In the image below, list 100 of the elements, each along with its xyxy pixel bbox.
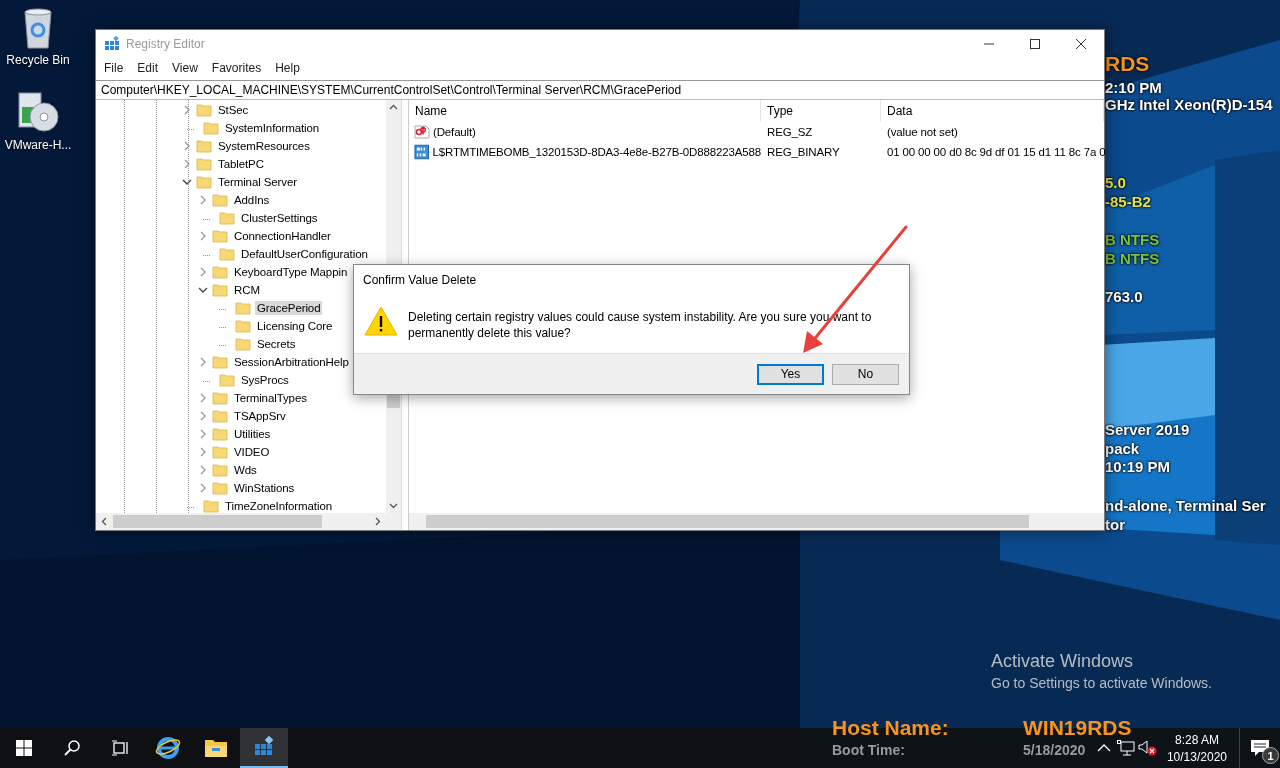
value-type-cell-text: REG_BINARY: [766, 146, 841, 158]
tree-item[interactable]: TerminalTypes: [232, 391, 309, 405]
system-info-text: nd-alone, Terminal Ser: [1105, 497, 1266, 514]
value-name-cell[interactable]: (Default): [409, 124, 761, 140]
search-icon: [63, 739, 81, 757]
dialog-button[interactable]: No: [832, 363, 899, 385]
host-info-label: Host Name:: [832, 716, 949, 740]
menu-item[interactable]: View: [165, 61, 205, 75]
chevron-up-icon[interactable]: [1096, 743, 1111, 753]
tree-item[interactable]: Secrets: [255, 337, 298, 351]
system-info-text: Server 2019: [1105, 421, 1190, 438]
system-info-text: B NTFS: [1105, 250, 1160, 267]
folder-icon: [212, 282, 228, 298]
dialog-message: Deleting certain registry values could cause system instability. Are you sure you want to permanently delete this value?: [408, 309, 873, 341]
tree-item[interactable]: Licensing Core: [255, 319, 335, 333]
horizontal-scrollbar[interactable]: [409, 513, 1104, 530]
window-title: Registry Editor: [126, 37, 206, 51]
tree-item[interactable]: VIDEO: [232, 445, 272, 459]
host-info-value: WIN19RDS: [1023, 716, 1132, 740]
tree-item[interactable]: GracePeriod: [255, 301, 323, 315]
binary-value-icon: [414, 144, 430, 160]
folder-icon: [219, 246, 235, 262]
folder-icon: [212, 426, 228, 442]
clock-time[interactable]: 8:28 AM: [1174, 732, 1219, 747]
tree-item[interactable]: ClusterSettings: [239, 211, 320, 225]
tree-item[interactable]: Utilities: [232, 427, 273, 441]
tree-item[interactable]: TimeZoneInformation: [223, 499, 334, 513]
menu-item[interactable]: File: [97, 61, 131, 75]
browser-icon: [155, 735, 181, 761]
system-info-text: 10:19 PM: [1105, 458, 1171, 475]
folder-icon: [212, 390, 228, 406]
folder-icon: [219, 372, 235, 388]
task-view-icon: [111, 740, 129, 756]
system-info-text: pack: [1105, 440, 1140, 457]
tree-item[interactable]: RCM: [232, 283, 262, 297]
registry-cubes-icon: [104, 36, 120, 52]
tree-item[interactable]: KeyboardType Mappin: [232, 265, 350, 279]
tree-item[interactable]: SysProcs: [239, 373, 291, 387]
address-bar[interactable]: Computer\HKEY_LOCAL_MACHINE\SYSTEM\CurrentControlSet\Control\Terminal Server\RCM\GracePeriod: [96, 80, 1104, 100]
close-icon: [1076, 39, 1086, 49]
tree-item[interactable]: ConnectionHandler: [232, 229, 333, 243]
folder-icon: [196, 156, 212, 172]
clock-date[interactable]: 10/13/2020: [1166, 749, 1227, 764]
network-icon[interactable]: [1116, 740, 1135, 756]
taskbar-button[interactable]: [240, 728, 288, 768]
folder-icon: [235, 336, 251, 352]
folder-icon: [204, 738, 228, 758]
column-header[interactable]: Data: [881, 100, 1104, 122]
menu-item[interactable]: Help: [268, 61, 307, 75]
tree-item[interactable]: StSec: [216, 103, 251, 117]
registry-cubes-icon: [253, 736, 275, 758]
desktop-icon-label[interactable]: VMware-H...: [4, 138, 72, 152]
tree-item[interactable]: SystemInformation: [223, 121, 322, 135]
column-header[interactable]: Type: [761, 100, 881, 122]
installer-disc-icon: [15, 89, 61, 135]
value-name: L$RTMTIMEBOMB_1320153D-8DA3-4e8e-B27B-0D888223A588: [432, 146, 761, 158]
value-name-cell[interactable]: L$RTMTIMEBOMB_1320153D-8DA3-4e8e-B27B-0D888223A588: [409, 144, 761, 160]
warning-icon: [364, 306, 398, 336]
system-info-text: B NTFS: [1105, 231, 1160, 248]
folder-icon: [212, 408, 228, 424]
scrollbar-thumb[interactable]: [113, 515, 322, 528]
folder-icon: [203, 120, 219, 136]
folder-icon: [212, 444, 228, 460]
folder-icon: [196, 138, 212, 154]
speaker-muted-icon[interactable]: [1137, 739, 1158, 757]
folder-icon: [212, 354, 228, 370]
value-data-cell-text: 01 00 00 00 d0 8c 9d df 01 15 d1 11 8c 7a 0: [886, 146, 1106, 158]
tree-item[interactable]: AddIns: [232, 193, 272, 207]
menu-item[interactable]: Edit: [130, 61, 166, 75]
folder-icon: [212, 480, 228, 496]
string-value-icon: [414, 124, 430, 140]
tree-item[interactable]: DefaultUserConfiguration: [239, 247, 370, 261]
menu-item[interactable]: Favorites: [204, 61, 269, 75]
system-info-text: RDS: [1105, 52, 1150, 76]
folder-icon: [196, 102, 212, 118]
folder-icon: [212, 264, 228, 280]
dialog-button[interactable]: Yes: [757, 363, 824, 385]
host-info-value: 5/18/2020: [1023, 742, 1086, 758]
folder-icon: [219, 210, 235, 226]
value-name: (Default): [433, 126, 476, 138]
tree-item[interactable]: SystemResources: [216, 139, 312, 153]
column-header[interactable]: Name: [409, 100, 761, 122]
tree-item[interactable]: TSAppSrv: [232, 409, 288, 423]
folder-icon: [235, 318, 251, 334]
tree-item[interactable]: WinStations: [232, 481, 297, 495]
system-info-text: tor: [1105, 516, 1125, 533]
activation-message: Go to Settings to activate Windows.: [991, 675, 1212, 691]
host-info-label: Boot Time:: [832, 742, 905, 758]
tree-item[interactable]: Wds: [232, 463, 259, 477]
value-data-cell-text: (value not set): [886, 126, 959, 138]
system-info-text: 5.0: [1105, 174, 1126, 191]
tree-item[interactable]: SessionArbitrationHelp: [232, 355, 351, 369]
horizontal-scrollbar[interactable]: [96, 513, 401, 530]
windows-start-icon: [16, 740, 32, 756]
folder-icon: [212, 462, 228, 478]
desktop-icon-label[interactable]: Recycle Bin: [6, 53, 70, 67]
system-info-text: 2:10 PM: [1105, 79, 1162, 96]
tree-item[interactable]: Terminal Server: [216, 175, 300, 189]
tree-item[interactable]: TabletPC: [216, 157, 266, 171]
scrollbar-thumb[interactable]: [426, 515, 1029, 528]
